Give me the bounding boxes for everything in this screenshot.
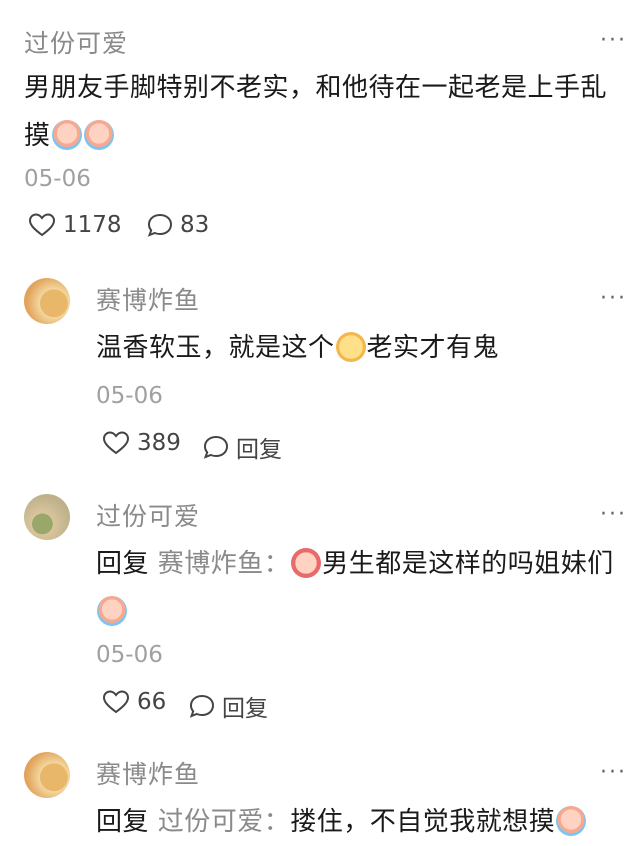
reply-text-part: 男生都是这样的吗姐妹们 [322, 549, 614, 579]
like-button[interactable]: 1178 [28, 212, 122, 238]
crying-emoji-icon [97, 596, 127, 626]
crying-emoji-icon [51, 120, 82, 150]
comment-button[interactable]: 83 [146, 212, 209, 238]
heart-outline-icon [102, 690, 130, 714]
heart-outline-icon [102, 431, 130, 455]
more-dots-icon[interactable]: ··· [600, 286, 627, 311]
reply-label: 回复 [222, 696, 268, 722]
reply-text-part: 老实才有鬼 [366, 333, 500, 363]
like-button[interactable]: 389 [102, 430, 181, 456]
post-author-name[interactable]: 过份可爱 [24, 24, 128, 60]
avatar[interactable] [24, 278, 70, 324]
like-button[interactable]: 66 [102, 689, 166, 715]
avatar[interactable] [24, 494, 70, 540]
reply-text: 温香软玉，就是这个 老实才有鬼 [96, 324, 616, 372]
reply-button[interactable]: 回复 [202, 430, 282, 464]
more-dots-icon[interactable]: ··· [600, 760, 627, 785]
avatar[interactable] [24, 752, 70, 798]
reply-author-name[interactable]: 赛博炸鱼 [96, 755, 200, 791]
more-dots-icon[interactable]: ··· [600, 28, 627, 53]
reply-prefix: 回复 [96, 807, 150, 837]
smirk-emoji-icon [335, 332, 366, 362]
post-text: 男朋友手脚特别不老实，和他待在一起老是上手乱摸 [24, 64, 614, 160]
crying-emoji-icon [83, 120, 114, 150]
heart-outline-icon [28, 213, 56, 237]
reply-author-name[interactable]: 过份可爱 [96, 497, 200, 533]
reply-date: 05-06 [96, 383, 163, 409]
reply-prefix: 回复 [96, 549, 150, 579]
reply-text-part: 搂住，不自觉我就想摸 [290, 807, 556, 837]
like-count: 66 [137, 689, 167, 715]
crying-emoji-icon [556, 806, 587, 836]
reply-label: 回复 [236, 437, 282, 463]
speech-bubble-icon [203, 435, 229, 459]
post-date: 05-06 [24, 166, 91, 192]
reply-to-user[interactable]: 过份可爱： [158, 807, 291, 837]
reply-author-name[interactable]: 赛博炸鱼 [96, 281, 200, 317]
reply-button[interactable]: 回复 [188, 689, 268, 723]
reply-text: 回复 赛博炸鱼： 男生都是这样的吗姐妹们 [96, 540, 616, 636]
upset-emoji-icon [291, 548, 322, 578]
reply-text-part: 温香软玉，就是这个 [96, 333, 335, 363]
reply-text: 回复 过份可爱：搂住，不自觉我就想摸 [96, 798, 616, 846]
reply-to-user[interactable]: 赛博炸鱼： [158, 549, 291, 579]
more-dots-icon[interactable]: ··· [600, 502, 627, 527]
like-count: 389 [137, 430, 181, 456]
comment-count: 83 [180, 212, 210, 238]
like-count: 1178 [63, 212, 122, 238]
speech-bubble-icon [147, 213, 173, 237]
reply-date: 05-06 [96, 642, 163, 668]
speech-bubble-icon [189, 694, 215, 718]
